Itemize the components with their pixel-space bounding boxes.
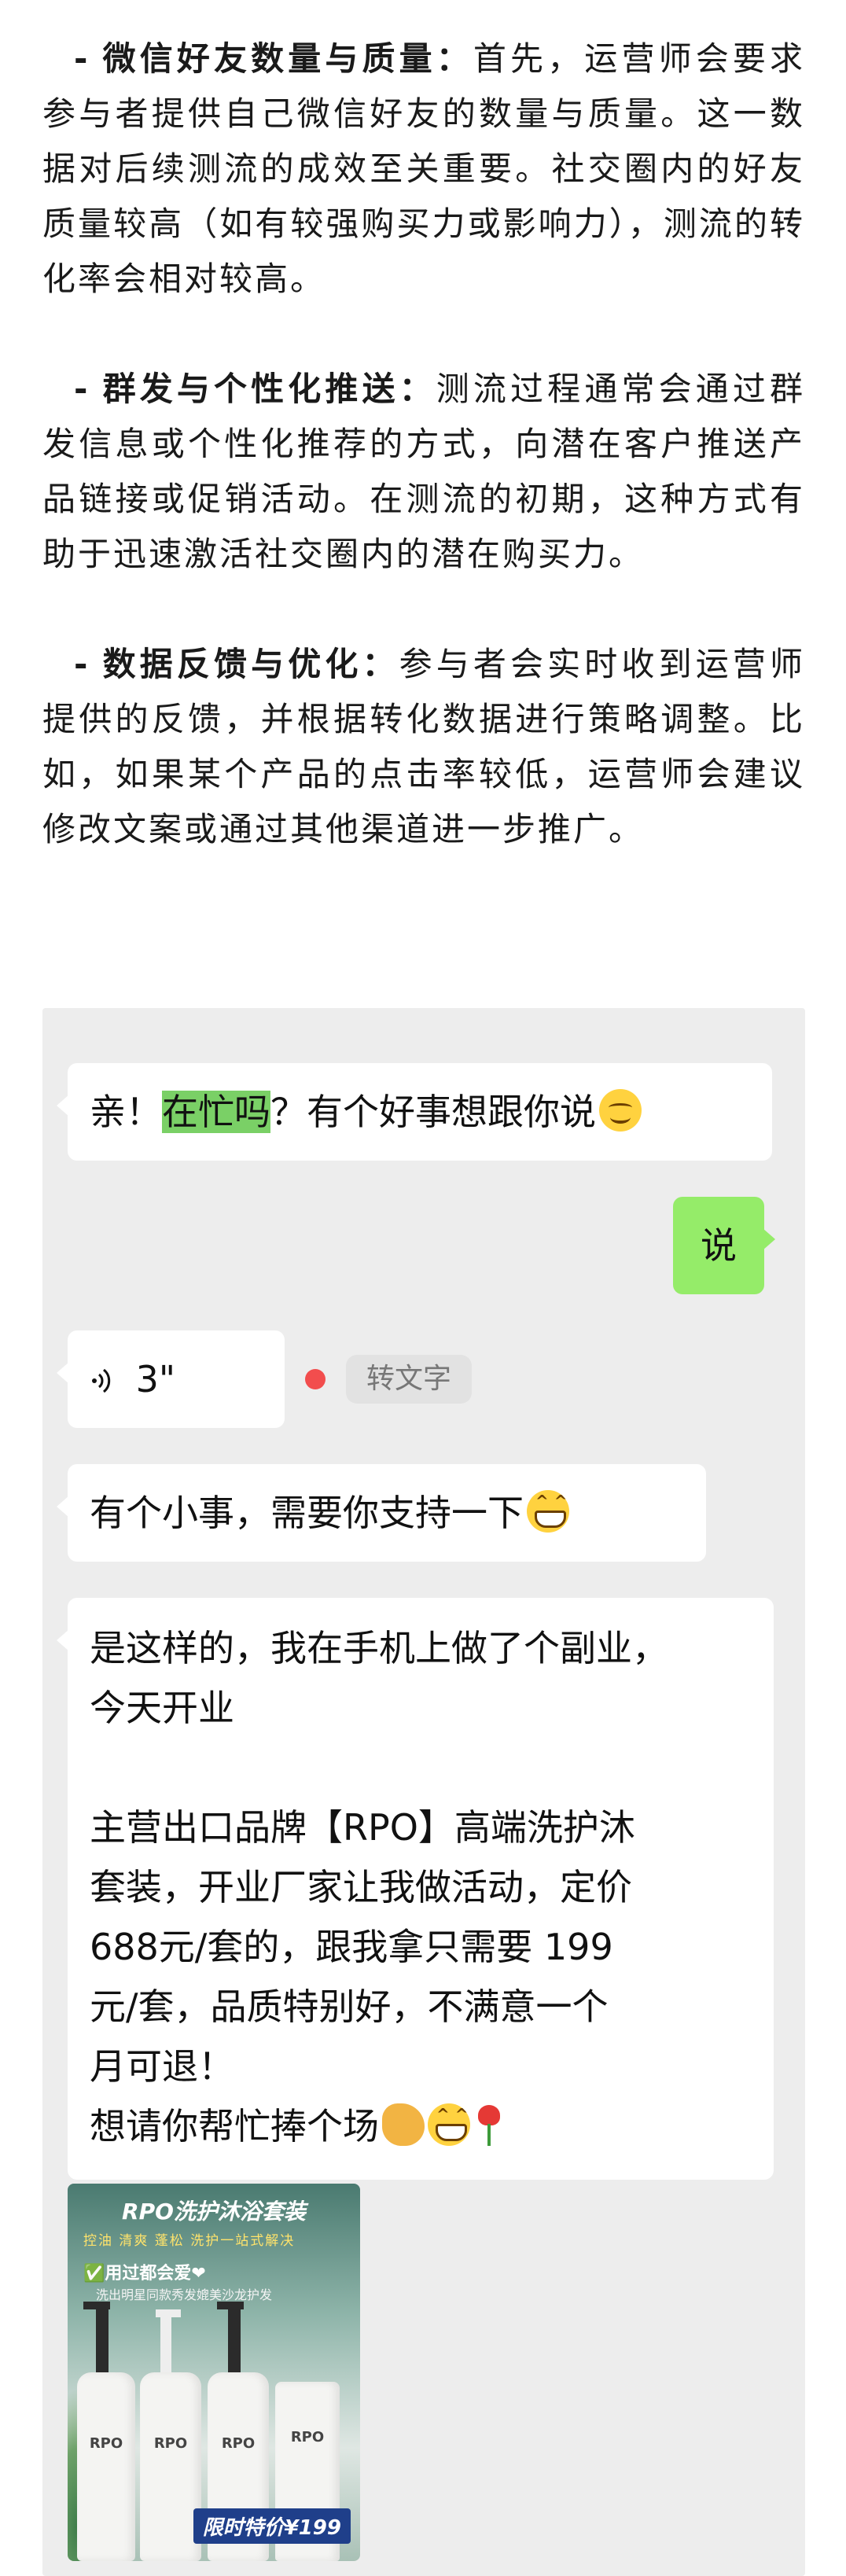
- paragraph-feedback: - 数据反馈与优化：参与者会实时收到运营师提供的反馈，并根据转化数据进行策略调整。…: [42, 637, 805, 857]
- pump-nozzle: [217, 2302, 244, 2309]
- message-reply-say[interactable]: 说: [673, 1197, 775, 1294]
- message-greeting[interactable]: 亲！在忙吗？有个好事想跟你说: [57, 1063, 772, 1161]
- product-image[interactable]: RPO洗护沐浴套装 控油 清爽 蓬松 洗护一站式解决 ✅用过都会爱❤ 洗出明星同…: [68, 2184, 360, 2561]
- paragraph-push: - 群发与个性化推送：测流过程通常会通过群发信息或个性化推荐的方式，向潜在客户推送…: [42, 362, 805, 582]
- message-request[interactable]: 有个小事，需要你支持一下: [57, 1464, 706, 1562]
- message-line: 是这样的，我在手机上做了个副业，: [90, 1627, 668, 1669]
- product-badge: ✅用过都会爱❤: [83, 2264, 206, 2283]
- product-tags: 控油 清爽 蓬松 洗护一站式解决: [83, 2233, 296, 2249]
- product-badge-sub: 洗出明星同款秀发媲美沙龙护发: [96, 2287, 273, 2302]
- message-line: 主营出口品牌【RPO】高端洗护沐: [90, 1806, 635, 1849]
- voice-wave-icon: [92, 1368, 111, 1393]
- bottle-label: RPO: [89, 2435, 123, 2452]
- message-line: 今天开业: [90, 1687, 234, 1729]
- message-text: 有个小事，需要你支持一下: [90, 1492, 524, 1534]
- product-title: RPO洗护沐浴套装: [122, 2199, 306, 2225]
- shampoo-bottle: RPO: [77, 2372, 135, 2561]
- message-promo[interactable]: 是这样的，我在手机上做了个副业， 今天开业 主营出口品牌【RPO】高端洗护沐 套…: [57, 1598, 774, 2180]
- bottle-label: RPO: [290, 2429, 325, 2445]
- bullet-dash: -: [74, 645, 90, 683]
- message-line: 想请你帮忙捧个场: [90, 2096, 752, 2156]
- transcribe-button[interactable]: 转文字: [346, 1355, 473, 1404]
- smile-emoji-icon: [599, 1089, 642, 1132]
- voice-duration: 3": [135, 1358, 176, 1400]
- message-line: 月可退！: [90, 2045, 234, 2088]
- grin-emoji-icon: [428, 2103, 470, 2146]
- article: - 微信好友数量与质量：首先，运营师会要求参与者提供自己微信好友的数量与质量。这一…: [0, 0, 846, 857]
- bullet-dash: -: [74, 39, 90, 78]
- paragraph-title: 微信好友数量与质量：: [101, 39, 473, 78]
- message-text: 说: [701, 1224, 737, 1267]
- chat-screenshot: 亲！在忙吗？有个好事想跟你说 说 3" 转文字 有个小事，需要你支持一下 是这样…: [42, 1008, 805, 2576]
- message-text: 亲！: [90, 1091, 162, 1133]
- bottle-label: RPO: [153, 2435, 188, 2452]
- grin-emoji-icon: [527, 1490, 569, 1533]
- bottle-label: RPO: [221, 2435, 256, 2452]
- paragraph-text: 首先，运营师会要求参与者提供自己微信好友的数量与质量。这一数据对后续测流的成效至…: [42, 39, 805, 298]
- pump-nozzle: [83, 2302, 110, 2309]
- pump-head: [160, 2309, 171, 2372]
- paragraph-friends: - 微信好友数量与质量：首先，运营师会要求参与者提供自己微信好友的数量与质量。这一…: [42, 31, 805, 307]
- message-line: 元/套，品质特别好，不满意一个: [90, 1985, 609, 2028]
- unread-dot: [305, 1369, 326, 1389]
- rose-emoji-icon: [473, 2103, 505, 2146]
- conditioner-bottle: RPO: [140, 2372, 201, 2561]
- pump-head: [96, 2302, 109, 2372]
- message-text: 想请你帮忙捧个场: [90, 2105, 379, 2147]
- handshake-emoji-icon: [382, 2103, 425, 2146]
- highlighted-text: 在忙吗: [162, 1091, 270, 1133]
- paragraph-title: 群发与个性化推送：: [101, 370, 436, 408]
- message-text: ？有个好事想跟你说: [270, 1091, 596, 1133]
- bullet-dash: -: [74, 370, 90, 408]
- price-tag: 限时特价¥199: [193, 2508, 351, 2544]
- pump-head: [228, 2302, 241, 2372]
- pump-nozzle: [156, 2309, 181, 2317]
- paragraph-title: 数据反馈与优化：: [101, 645, 399, 683]
- voice-message[interactable]: 3": [57, 1330, 285, 1428]
- message-line: 688元/套的，跟我拿只需要 199: [90, 1926, 613, 1968]
- message-line: 套装，开业厂家让我做活动，定价: [90, 1866, 632, 1908]
